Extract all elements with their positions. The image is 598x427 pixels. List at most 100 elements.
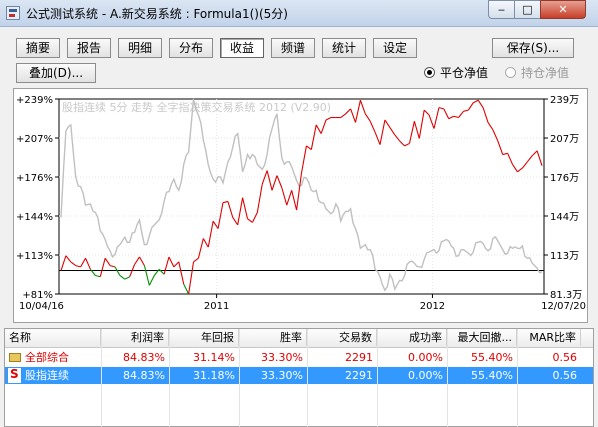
equity-series-line-segment	[521, 161, 528, 169]
equity-chart: +239% 239万 +207% 207万 +176% 176万 +144% 144万 +113…	[13, 88, 588, 323]
equity-series-line-segment	[428, 114, 435, 129]
equity-series-line-segment	[163, 256, 170, 275]
y-right-tick-label: 113万	[550, 251, 579, 262]
tab-spectrum[interactable]: 频谱	[271, 38, 315, 58]
equity-series-line-segment	[188, 261, 195, 295]
radio-flat-equity[interactable]: 平仓净值	[424, 64, 488, 81]
y-left-tick-label: +239%	[16, 95, 53, 106]
equity-series-line-segment	[453, 115, 459, 119]
column-divider	[517, 329, 518, 427]
equity-series-line-segment	[109, 265, 116, 268]
equity-series-line-segment	[517, 167, 523, 173]
equity-series-line-segment	[463, 109, 469, 112]
equity-series-line-segment	[237, 197, 244, 225]
table-row[interactable]: S 股指连续 84.83% 31.18% 33.30% 2291 0.00% 5…	[5, 367, 593, 384]
close-button[interactable]: ✕	[540, 0, 586, 19]
equity-series-line-segment	[148, 275, 155, 286]
equity-series-line-segment	[473, 99, 479, 104]
equity-series-line-segment	[291, 190, 298, 211]
tab-summary[interactable]: 摘要	[16, 38, 60, 58]
tab-statistics[interactable]: 统计	[322, 38, 366, 58]
equity-series-line-segment	[212, 220, 219, 229]
column-divider	[447, 329, 448, 427]
cell-annual: 31.18%	[193, 369, 235, 382]
equity-series-line-segment	[413, 121, 420, 139]
cell-win: 33.30%	[261, 369, 303, 382]
window-title: 公式测试系统 - A.新交易系统 : Formula1()(5分)	[26, 7, 288, 21]
equity-series-line-segment	[99, 258, 106, 277]
y-left-tick-label: +81%	[22, 290, 53, 301]
equity-series-line-segment	[266, 170, 273, 191]
equity-series-line-segment	[526, 155, 533, 163]
table-header: 名称 利润率 年回报 胜率 交易数 成功率 最大回撤... MAR比率	[5, 329, 593, 348]
equity-series-line-segment	[399, 140, 405, 147]
col-success[interactable]: 成功率	[377, 329, 447, 346]
y-left-tick-label: +176%	[16, 173, 53, 184]
equity-series-line-segment	[139, 256, 145, 266]
overlay-button[interactable]: 叠加(D)...	[16, 63, 96, 83]
col-drawdown[interactable]: 最大回撤...	[447, 329, 517, 346]
equity-series-line-segment	[85, 257, 91, 270]
y-left-tick-label: +144%	[16, 212, 53, 223]
equity-series-line-segment	[70, 261, 77, 267]
equity-series-line-segment	[310, 124, 317, 150]
equity-series-line-segment	[433, 107, 440, 129]
col-trades[interactable]: 交易数	[307, 329, 377, 346]
equity-series-line-segment	[124, 276, 130, 280]
equity-series-line-segment	[251, 212, 258, 223]
tab-distribution[interactable]: 分布	[169, 38, 213, 58]
equity-series-line-segment	[306, 145, 312, 151]
col-win[interactable]: 胜率	[239, 329, 307, 346]
y-right-tick-label: 144万	[550, 212, 579, 223]
equity-series-line-segment	[404, 142, 410, 147]
equity-series-line-segment	[60, 255, 67, 271]
col-profit[interactable]: 利润率	[101, 329, 169, 346]
x-label-end: 12/07/20	[541, 301, 586, 312]
equity-series-line-segment	[80, 257, 87, 268]
cell-profit: 84.83%	[123, 351, 165, 364]
equity-series-line-segment	[477, 99, 484, 108]
equity-series-line-segment	[256, 184, 263, 213]
equity-series-line-segment	[438, 107, 444, 110]
equity-series-line-segment	[497, 140, 504, 155]
col-name[interactable]: 名称	[5, 329, 101, 346]
equity-series-line-segment	[65, 255, 72, 263]
equity-series-line-segment	[296, 172, 303, 211]
equity-series-line-segment	[374, 132, 381, 145]
y-left-tick-label: +207%	[16, 134, 53, 145]
index-series-line	[60, 98, 543, 292]
tab-returns[interactable]: 收益	[220, 38, 264, 58]
equity-series-line-segment	[448, 115, 454, 120]
equity-series-line-segment	[168, 256, 175, 268]
cell-profit: 84.83%	[123, 369, 165, 382]
equity-series-line-segment	[227, 201, 234, 218]
x-label-2011: 2011	[204, 301, 229, 312]
x-label-start: 10/04/16	[19, 301, 64, 312]
equity-series-line-segment	[345, 108, 351, 115]
minimize-button[interactable]: ‒	[488, 0, 515, 19]
tab-report[interactable]: 报告	[67, 38, 111, 58]
equity-series-line-segment	[384, 119, 391, 128]
cell-name: 全部综合	[25, 351, 69, 364]
equity-series-line-segment	[286, 190, 293, 206]
equity-series-line-segment	[369, 120, 376, 133]
table-row[interactable]: 全部综合 84.83% 31.14% 33.30% 2291 0.00% 55.…	[5, 349, 593, 366]
column-divider	[239, 329, 240, 427]
equity-series-line-segment	[119, 275, 126, 280]
col-annual[interactable]: 年回报	[169, 329, 239, 346]
equity-series-line-segment	[232, 217, 239, 226]
folder-icon	[9, 353, 21, 362]
col-mar[interactable]: MAR比率	[517, 329, 581, 346]
maximize-button[interactable]: □	[514, 0, 541, 19]
tab-settings[interactable]: 设定	[373, 38, 417, 58]
equity-series-line-segment	[173, 261, 180, 268]
tab-details[interactable]: 明细	[118, 38, 162, 58]
equity-series-line-segment	[359, 100, 366, 114]
radio-hold-label: 持仓净值	[521, 66, 570, 80]
equity-series-line-segment	[193, 257, 199, 263]
equity-series-line-segment	[281, 187, 288, 206]
equity-series-line-segment	[350, 108, 357, 123]
y-right-tick-label: 239万	[550, 95, 579, 106]
save-button[interactable]: 保存(S)...	[492, 38, 574, 58]
equity-series-line-segment	[202, 238, 209, 248]
